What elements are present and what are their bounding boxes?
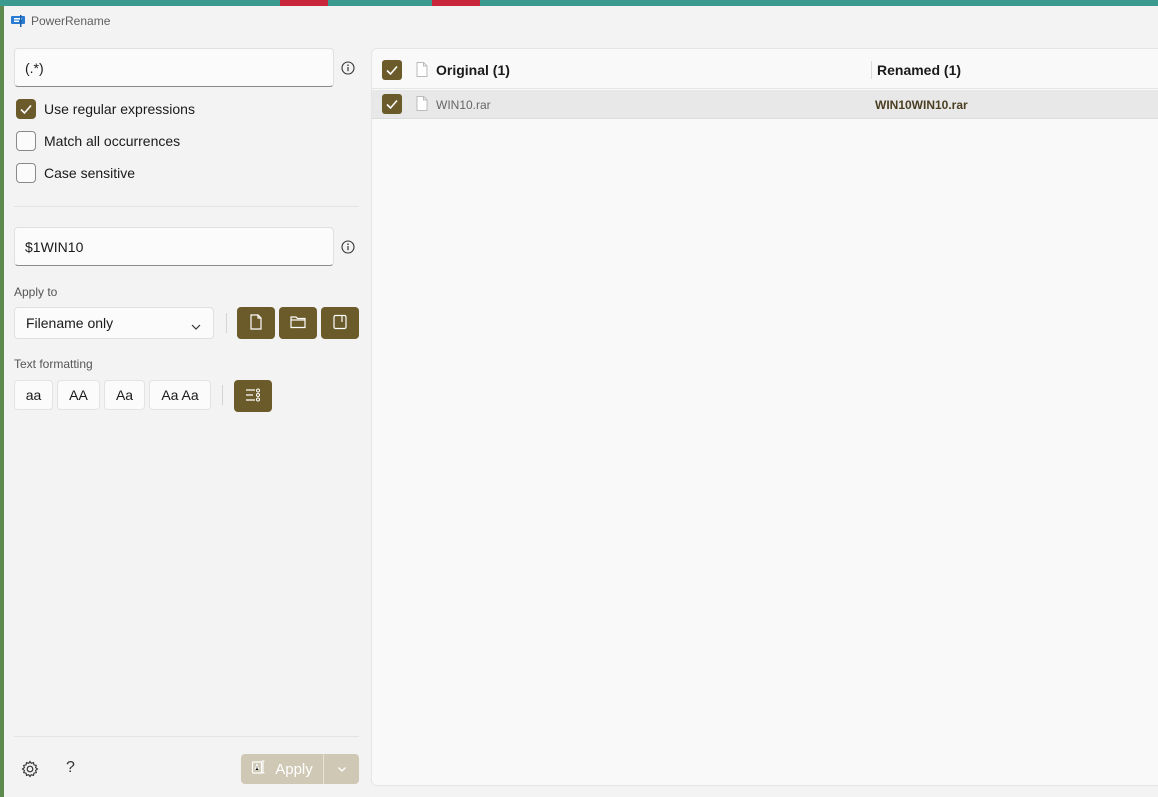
original-column-header[interactable]: Original (1) bbox=[436, 62, 510, 78]
capitalize-words-label: Aa Aa bbox=[161, 387, 199, 403]
enumerate-items-button[interactable] bbox=[234, 380, 272, 412]
chevron-down-icon bbox=[191, 319, 201, 330]
file-icon bbox=[416, 96, 428, 111]
file-icon bbox=[249, 313, 263, 333]
lowercase-label: aa bbox=[25, 387, 42, 403]
case-sensitive-label: Case sensitive bbox=[44, 165, 136, 181]
chevron-down-icon bbox=[337, 761, 347, 777]
search-input[interactable]: (.*) bbox=[14, 48, 334, 87]
column-separator[interactable] bbox=[871, 61, 872, 79]
info-icon[interactable] bbox=[341, 240, 355, 254]
powerrename-window: PowerRename (.*) Use regular expressions… bbox=[4, 6, 1158, 797]
include-folders-button[interactable] bbox=[279, 307, 317, 339]
apply-to-label: Apply to bbox=[14, 285, 58, 299]
divider bbox=[14, 206, 359, 207]
apply-label: Apply bbox=[275, 760, 313, 778]
separator bbox=[226, 313, 227, 333]
include-subfolders-button[interactable] bbox=[321, 307, 359, 339]
capitalize-words-button[interactable]: Aa Aa bbox=[149, 380, 211, 410]
renamed-filename: WIN10WIN10.rar bbox=[875, 98, 968, 112]
apply-to-dropdown[interactable]: Filename only bbox=[14, 307, 214, 339]
file-list-panel: Original (1) Renamed (1) WIN10.rar WIN10… bbox=[371, 48, 1158, 786]
use-regex-label: Use regular expressions bbox=[44, 101, 195, 117]
titlecase-button[interactable]: Aa bbox=[104, 380, 145, 410]
help-button[interactable]: ? bbox=[66, 759, 75, 777]
case-sensitive-checkbox[interactable] bbox=[16, 163, 36, 183]
match-all-label: Match all occurrences bbox=[44, 133, 181, 149]
match-all-checkbox[interactable] bbox=[16, 131, 36, 151]
separator bbox=[222, 385, 223, 405]
apply-button[interactable]: Apply bbox=[241, 754, 359, 784]
file-row-checkbox[interactable] bbox=[382, 94, 402, 114]
window-title: PowerRename bbox=[31, 14, 111, 28]
apply-to-selected: Filename only bbox=[26, 315, 114, 331]
rename-icon bbox=[251, 759, 267, 779]
renamed-column-header[interactable]: Renamed (1) bbox=[877, 62, 961, 78]
uppercase-label: AA bbox=[69, 387, 88, 403]
file-row[interactable]: WIN10.rar WIN10WIN10.rar bbox=[372, 90, 1158, 119]
include-files-button[interactable] bbox=[237, 307, 275, 339]
apply-options-dropdown[interactable] bbox=[324, 754, 359, 784]
select-all-checkbox[interactable] bbox=[382, 60, 402, 80]
gear-icon[interactable] bbox=[20, 759, 40, 779]
search-input-value: (.*) bbox=[25, 59, 44, 76]
file-list-header: Original (1) Renamed (1) bbox=[372, 49, 1158, 89]
apply-main-button[interactable]: Apply bbox=[241, 754, 323, 784]
file-icon bbox=[416, 62, 428, 77]
subfolder-icon bbox=[332, 314, 348, 333]
lowercase-button[interactable]: aa bbox=[14, 380, 53, 410]
replace-input-value: $1WIN10 bbox=[25, 238, 84, 255]
divider bbox=[14, 736, 359, 737]
use-regex-checkbox[interactable] bbox=[16, 99, 36, 119]
uppercase-button[interactable]: AA bbox=[57, 380, 100, 410]
info-icon[interactable] bbox=[341, 61, 355, 75]
enumerate-items-icon bbox=[245, 388, 261, 405]
text-formatting-label: Text formatting bbox=[14, 357, 93, 371]
replace-input[interactable]: $1WIN10 bbox=[14, 227, 334, 266]
title-bar[interactable]: PowerRename bbox=[4, 6, 1158, 36]
titlecase-label: Aa bbox=[115, 387, 134, 403]
folder-icon bbox=[290, 315, 306, 332]
original-filename: WIN10.rar bbox=[436, 98, 491, 112]
powerrename-app-icon bbox=[11, 14, 25, 27]
